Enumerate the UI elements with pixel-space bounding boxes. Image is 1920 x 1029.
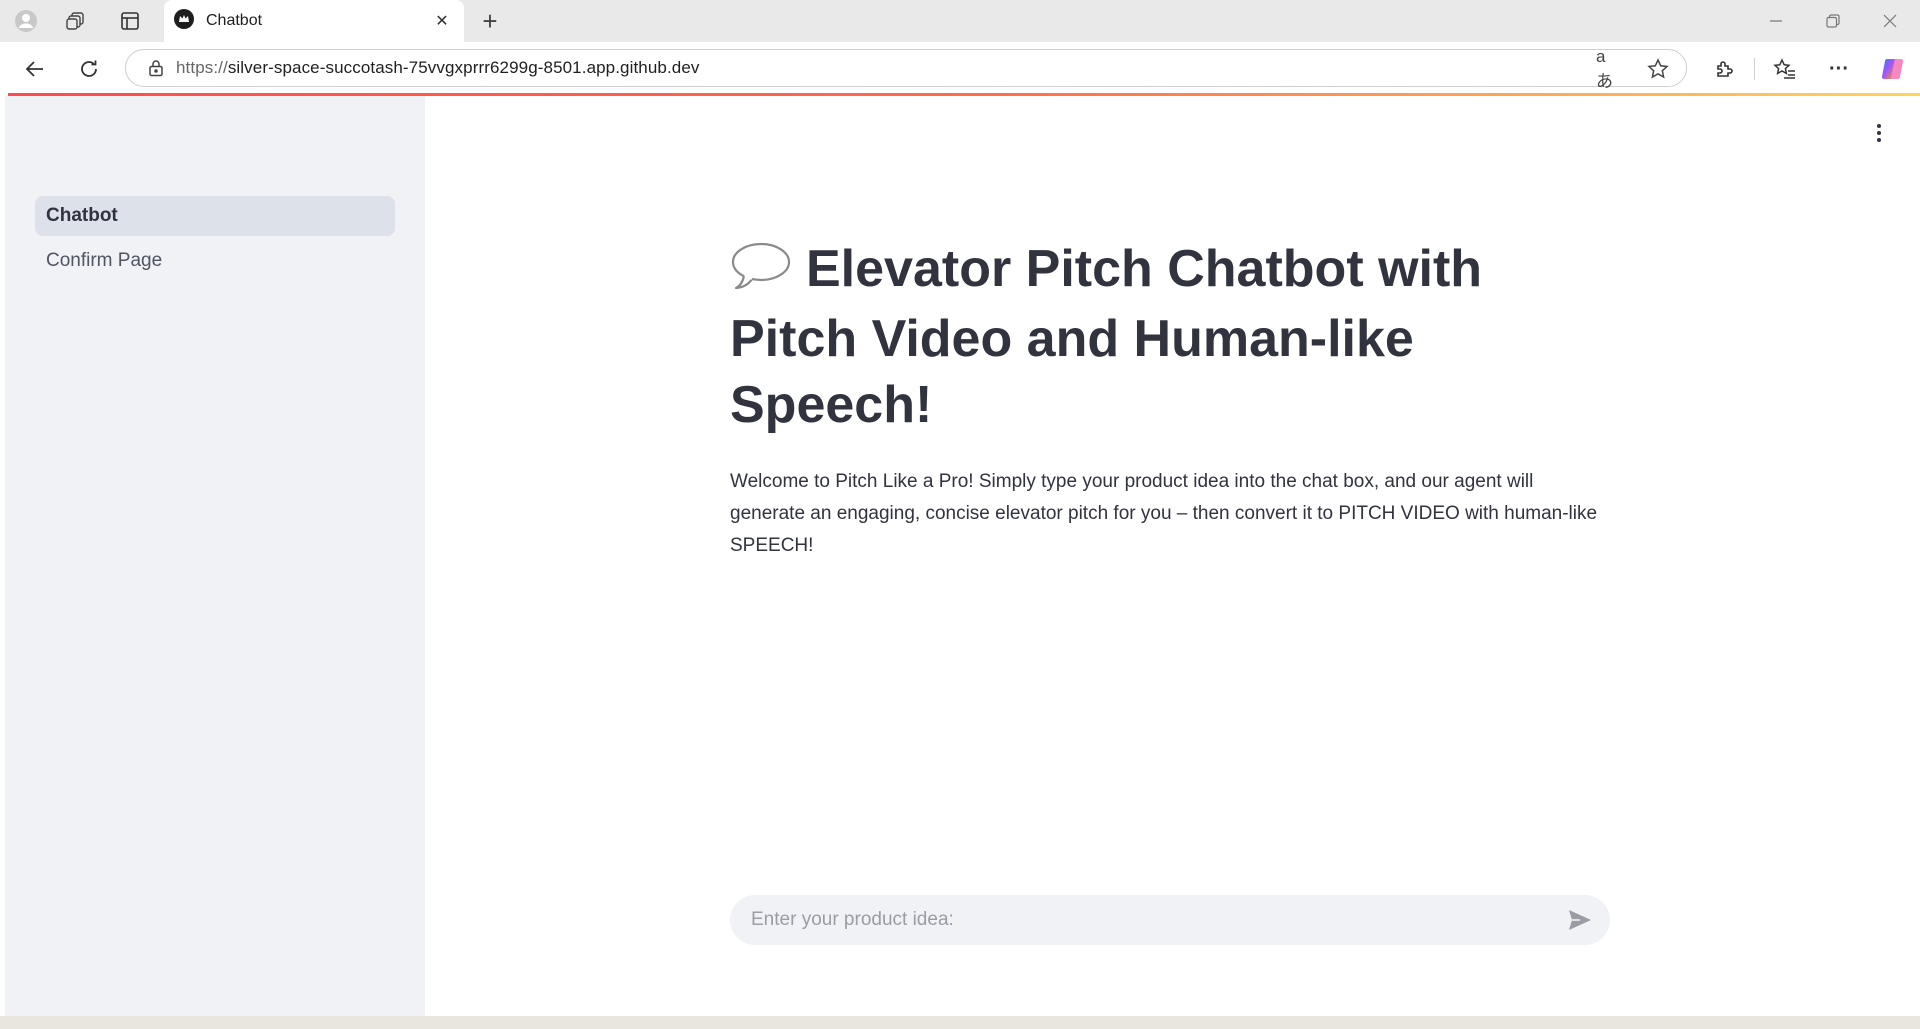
- extensions-icon[interactable]: [1710, 54, 1740, 84]
- lock-icon[interactable]: [148, 59, 164, 77]
- browser-nav-bar: https://silver-space-succotash-75vvgxprr…: [0, 42, 1920, 94]
- toolbar-divider: [1754, 58, 1755, 80]
- sidebar: Chatbot Confirm Page: [5, 96, 425, 1016]
- chat-input[interactable]: [730, 895, 1560, 945]
- sidebar-item-label: Confirm Page: [46, 250, 163, 271]
- favorite-star-icon[interactable]: [1645, 56, 1671, 82]
- speech-bubble-icon: [730, 240, 792, 306]
- page-title-text: Elevator Pitch Chatbot with Pitch Video …: [730, 240, 1483, 434]
- page-description: Welcome to Pitch Like a Pro! Simply type…: [730, 471, 1598, 556]
- content-block: Elevator Pitch Chatbot with Pitch Video …: [730, 236, 1610, 562]
- window-close-icon[interactable]: [1862, 0, 1918, 42]
- new-tab-button[interactable]: +: [476, 6, 504, 36]
- url-text: https://silver-space-succotash-75vvgxprr…: [176, 58, 700, 78]
- taskbar-strip: [0, 1016, 1920, 1029]
- page-title: Elevator Pitch Chatbot with Pitch Video …: [730, 236, 1610, 438]
- sidebar-item-confirm-page[interactable]: Confirm Page: [35, 241, 395, 281]
- tab-favicon-icon: [174, 8, 194, 34]
- streamlit-app: Chatbot Confirm Page Elevator Pitch Chat…: [5, 96, 1920, 1016]
- address-bar[interactable]: https://silver-space-succotash-75vvgxprr…: [125, 47, 1687, 91]
- more-options-icon[interactable]: ···: [1824, 54, 1854, 84]
- refresh-icon[interactable]: [74, 54, 104, 84]
- minimize-icon[interactable]: [1748, 0, 1804, 42]
- active-tab[interactable]: Chatbot ✕: [164, 0, 464, 42]
- tab-title: Chatbot: [206, 12, 263, 29]
- sidebar-item-label: Chatbot: [46, 205, 118, 226]
- workspaces-icon[interactable]: [62, 7, 90, 35]
- browser-tab-bar: Chatbot ✕ +: [0, 0, 1920, 42]
- tab-close-icon[interactable]: ✕: [428, 7, 456, 35]
- main-menu-kebab-icon[interactable]: [1865, 118, 1893, 148]
- chat-input-container: [730, 895, 1610, 945]
- main-content: Elevator Pitch Chatbot with Pitch Video …: [425, 96, 1920, 1016]
- sidebar-item-chatbot[interactable]: Chatbot: [35, 196, 395, 236]
- back-icon[interactable]: [20, 54, 50, 84]
- url-host: silver-space-succotash-75vvgxprrr6299g-8…: [227, 58, 700, 77]
- profile-icon[interactable]: [12, 7, 40, 35]
- copilot-icon[interactable]: [1878, 54, 1908, 84]
- send-icon[interactable]: [1560, 900, 1600, 940]
- url-protocol: https://: [176, 58, 228, 77]
- restore-icon[interactable]: [1805, 0, 1861, 42]
- favorites-icon[interactable]: [1770, 54, 1800, 84]
- vertical-tabs-icon[interactable]: [116, 7, 144, 35]
- read-aloud-icon[interactable]: aあ: [1596, 47, 1622, 91]
